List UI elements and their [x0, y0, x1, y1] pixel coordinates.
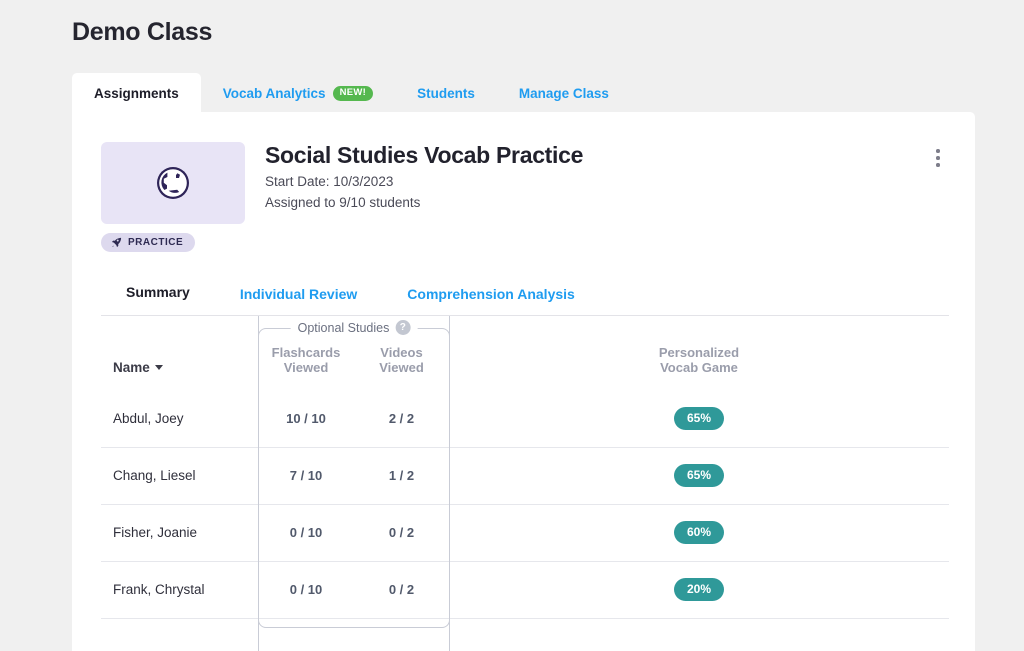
cell-student-name: Abdul, Joey [101, 390, 258, 448]
assignment-tab-bar: Summary Individual Review Comprehension … [101, 272, 949, 316]
class-tab-bar: Assignments Vocab Analytics NEW! Student… [72, 73, 631, 113]
cell-vocab-game: 65% [449, 390, 949, 448]
tab-individual-review-label: Individual Review [239, 285, 358, 302]
tab-students-label: Students [417, 85, 475, 101]
score-pill: 65% [673, 464, 725, 487]
table-header-row: Name Flashcards Viewed Videos Viewed Per… [101, 316, 949, 390]
help-icon[interactable]: ? [395, 320, 411, 335]
cell-vocab-game [449, 618, 949, 651]
assignment-thumbnail [101, 142, 245, 224]
cell-student-name: Fisher, Joanie [101, 504, 258, 562]
cell-vocab-game: 60% [449, 504, 949, 562]
column-header-vocab-game: Personalized Vocab Game [449, 316, 949, 390]
cell-student-name: Frank, Chrystal [101, 561, 258, 619]
column-header-game-line1: Personalized [658, 344, 740, 360]
practice-badge-label: PRACTICE [128, 237, 184, 248]
score-pill: 60% [673, 521, 725, 544]
column-header-game-line2: Vocab Game [660, 360, 738, 376]
cell-videos-viewed [354, 618, 449, 651]
tab-comprehension-analysis-label: Comprehension Analysis [407, 285, 575, 302]
cell-flashcards-viewed: 0 / 10 [258, 504, 354, 562]
tab-assignments[interactable]: Assignments [72, 73, 201, 113]
tab-summary[interactable]: Summary [101, 272, 215, 315]
table-row[interactable]: Abdul, Joey 10 / 10 2 / 2 65% [101, 390, 949, 448]
tab-assignments-label: Assignments [94, 85, 179, 101]
cell-flashcards-viewed: 7 / 10 [258, 447, 354, 505]
cell-videos-viewed: 1 / 2 [354, 447, 449, 505]
score-pill: 65% [673, 406, 725, 430]
summary-table-container: Name Flashcards Viewed Videos Viewed Per… [101, 316, 949, 651]
tab-vocab-analytics[interactable]: Vocab Analytics NEW! [201, 73, 395, 113]
cell-student-name: Chang, Liesel [101, 447, 258, 505]
cell-vocab-game: 20% [449, 561, 949, 619]
page-title: Demo Class [72, 18, 213, 46]
column-divider-right [449, 316, 450, 651]
cell-vocab-game: 65% [449, 447, 949, 505]
table-row[interactable]: Chang, Liesel 7 / 10 1 / 2 65% [101, 447, 949, 505]
tab-manage-class-label: Manage Class [518, 85, 609, 101]
assignment-card: Social Studies Vocab Practice Start Date… [72, 112, 975, 651]
kebab-dot [936, 163, 940, 167]
new-badge: NEW! [332, 85, 374, 101]
tab-students[interactable]: Students [395, 73, 497, 113]
table-row[interactable] [101, 618, 949, 651]
assignment-title: Social Studies Vocab Practice [265, 142, 584, 168]
table-row[interactable]: Frank, Chrystal 0 / 10 0 / 2 20% [101, 561, 949, 619]
column-header-videos-line1: Videos [380, 344, 423, 360]
column-header-name[interactable]: Name [101, 316, 258, 390]
assignment-meta: Social Studies Vocab Practice Start Date… [265, 142, 907, 224]
score-pill: 20% [673, 578, 725, 601]
kebab-dot [936, 156, 940, 160]
rocket-icon [111, 237, 122, 248]
cell-videos-viewed: 2 / 2 [354, 390, 449, 448]
tab-manage-class[interactable]: Manage Class [497, 73, 631, 113]
cell-videos-viewed: 0 / 2 [354, 504, 449, 562]
sort-descending-icon[interactable] [154, 364, 163, 370]
column-divider-left [258, 316, 259, 651]
assignment-start-date: Start Date: 10/3/2023 [265, 173, 394, 189]
column-header-flashcards-viewed: Flashcards Viewed [258, 316, 354, 390]
kebab-menu-icon[interactable] [927, 142, 949, 224]
assignment-assigned-to: Assigned to 9/10 students [265, 194, 421, 210]
table-row[interactable]: Fisher, Joanie 0 / 10 0 / 2 60% [101, 504, 949, 562]
table-header: Name Flashcards Viewed Videos Viewed Per… [101, 316, 949, 390]
assignment-header: Social Studies Vocab Practice Start Date… [101, 142, 949, 224]
globe-icon [154, 164, 192, 202]
column-header-name-label: Name [113, 359, 150, 375]
cell-flashcards-viewed: 0 / 10 [258, 561, 354, 619]
tab-comprehension-analysis[interactable]: Comprehension Analysis [382, 272, 600, 315]
column-header-flashcards-line1: Flashcards [271, 344, 341, 360]
tab-vocab-analytics-label: Vocab Analytics [222, 85, 326, 101]
cell-flashcards-viewed: 10 / 10 [258, 390, 354, 448]
summary-table: Name Flashcards Viewed Videos Viewed Per… [101, 316, 949, 651]
status-badge-practice: PRACTICE [101, 233, 196, 252]
table-body: Abdul, Joey 10 / 10 2 / 2 65% Chang, Lie… [101, 390, 949, 651]
kebab-dot [936, 149, 940, 153]
column-header-videos-line2: Viewed [379, 360, 424, 376]
column-header-flashcards-line2: Viewed [283, 360, 329, 376]
tab-individual-review[interactable]: Individual Review [215, 272, 382, 315]
tab-summary-label: Summary [126, 284, 190, 300]
cell-flashcards-viewed [258, 618, 354, 651]
cell-student-name [101, 618, 258, 651]
cell-videos-viewed: 0 / 2 [354, 561, 449, 619]
